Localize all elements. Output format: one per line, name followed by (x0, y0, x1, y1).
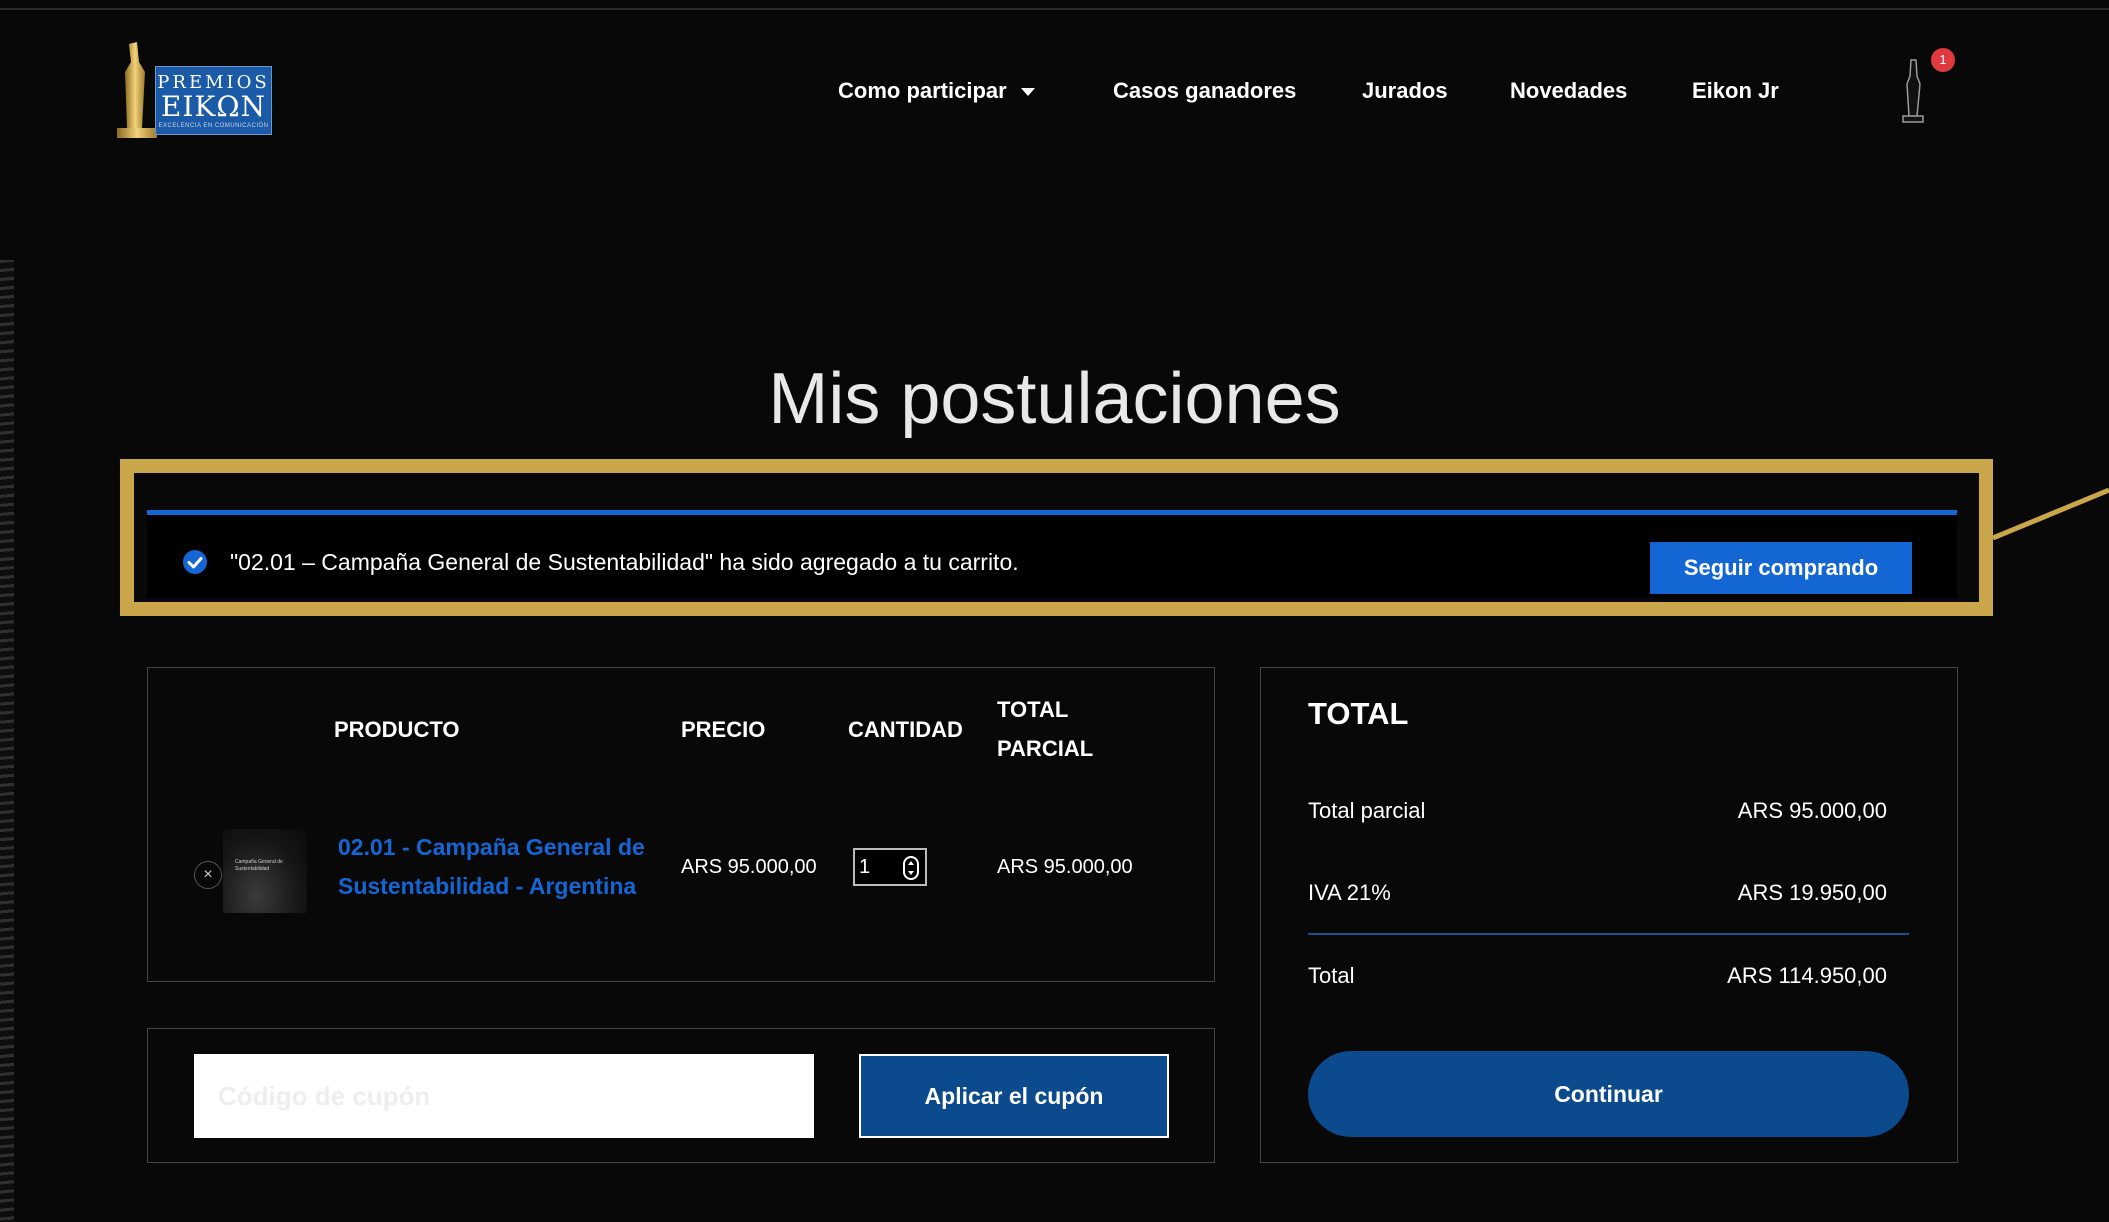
total-label: Total (1308, 963, 1355, 988)
coupon-code-input[interactable] (194, 1054, 814, 1138)
cart-notice: "02.01 – Campaña General de Sustentabili… (147, 510, 1957, 598)
notice-message: "02.01 – Campaña General de Sustentabili… (230, 549, 1019, 575)
item-subtotal: ARS 95.000,00 (997, 856, 1133, 878)
tax-value: ARS 19.950,00 (1737, 880, 1887, 905)
cart-trophy-icon[interactable] (1893, 58, 1933, 124)
cart-count-badge: 1 (1931, 48, 1955, 72)
logo-badge: PREMIOS EIKΩN EXCELENCIA EN COMUNICACIÓN (155, 66, 272, 135)
totals-divider (1308, 933, 1909, 935)
cart-table: PRODUCTO PRECIO CANTIDAD TOTAL PARCIAL ×… (147, 667, 1215, 982)
item-price: ARS 95.000,00 (681, 856, 817, 878)
continue-shopping-button[interactable]: Seguir comprando (1650, 542, 1912, 594)
logo-line2: EIKΩN (160, 90, 267, 123)
header-product: PRODUCTO (334, 717, 460, 742)
nav-eikon-jr[interactable]: Eikon Jr (1692, 78, 1779, 104)
nav-label: Como participar (838, 78, 1007, 103)
coupon-section: Aplicar el cupón (147, 1028, 1215, 1163)
thumbnail-text: Campaña General de Sustentabilidad (235, 859, 283, 872)
header-price: PRECIO (681, 717, 766, 742)
header-subtotal-line2: PARCIAL (997, 736, 1094, 761)
stepper-arrows-icon[interactable] (903, 856, 919, 880)
cart-totals: TOTAL Total parcial ARS 95.000,00 IVA 21… (1260, 667, 1958, 1163)
page-title: Mis postulaciones (768, 359, 1341, 440)
check-circle-icon (183, 550, 207, 574)
header-subtotal: TOTAL PARCIAL (997, 690, 1093, 768)
header-quantity: CANTIDAD (848, 717, 963, 742)
product-thumbnail[interactable]: Campaña General de Sustentabilidad (223, 829, 307, 913)
logo-tagline: EXCELENCIA EN COMUNICACIÓN (158, 123, 269, 129)
dropdown-caret-icon (1020, 88, 1035, 97)
nav-como-participar[interactable]: Como participar (838, 78, 1035, 104)
product-name-link[interactable]: 02.01 - Campaña General de Sustentabilid… (338, 828, 658, 906)
header-subtotal-line1: TOTAL (997, 697, 1069, 722)
remove-item-icon[interactable]: × (194, 861, 222, 889)
quantity-stepper[interactable] (853, 848, 927, 886)
nav-novedades[interactable]: Novedades (1510, 78, 1627, 104)
subtotal-label: Total parcial (1308, 798, 1426, 823)
total-value: ARS 114.950,00 (1727, 963, 1887, 988)
totals-title: TOTAL (1308, 696, 1409, 731)
nav-jurados[interactable]: Jurados (1362, 78, 1448, 104)
top-divider (0, 8, 2109, 10)
subtotal-value: ARS 95.000,00 (1737, 798, 1887, 823)
tax-label: IVA 21% (1308, 880, 1391, 905)
annotation-pointer-line (1993, 487, 2109, 540)
site-logo[interactable]: PREMIOS EIKΩN EXCELENCIA EN COMUNICACIÓN (115, 42, 275, 146)
trophy-icon (117, 42, 157, 138)
apply-coupon-button[interactable]: Aplicar el cupón (859, 1054, 1169, 1138)
checkout-button[interactable]: Continuar (1308, 1051, 1909, 1137)
quantity-input[interactable] (859, 853, 899, 881)
nav-casos-ganadores[interactable]: Casos ganadores (1113, 78, 1296, 104)
